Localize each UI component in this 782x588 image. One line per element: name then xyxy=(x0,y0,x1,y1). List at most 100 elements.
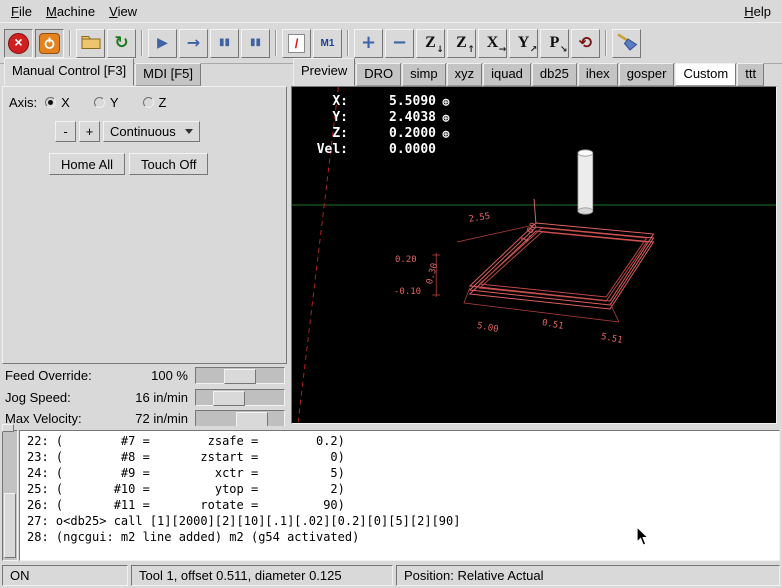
machine-state: ON xyxy=(2,565,128,586)
dro-row: Z:0.2000⊕ xyxy=(304,126,456,142)
jog-mode-select[interactable]: Continuous xyxy=(103,121,200,142)
gcode-listing[interactable]: 22: ( #7 = zsafe = 0.2) 23: ( #8 = zstar… xyxy=(19,430,780,561)
estop-button[interactable]: × xyxy=(4,29,33,58)
feed-override-slider[interactable] xyxy=(195,367,285,384)
home-all-button[interactable]: Home All xyxy=(49,153,125,175)
jog-minus-button[interactable]: - xyxy=(55,121,76,142)
control-panel: Manual Control [F3]MDI [F5] Axis: XYZ - … xyxy=(0,64,289,426)
homed-icon: ⊕ xyxy=(436,110,456,126)
touch-off-button[interactable]: Touch Off xyxy=(129,153,208,175)
max-velocity-slider[interactable] xyxy=(195,410,285,427)
reload-icon: ↻ xyxy=(114,35,128,52)
zoom-in-icon: + xyxy=(361,34,376,52)
view-arrow-icon: → xyxy=(499,46,507,55)
optional-pause-toggle[interactable]: M1 xyxy=(313,29,342,58)
slider-thumb[interactable] xyxy=(236,412,268,427)
main-area: Manual Control [F3]MDI [F5] Axis: XYZ - … xyxy=(0,64,782,426)
plunge-move-line xyxy=(534,199,536,224)
stop-icon: ▮▮ xyxy=(250,38,261,48)
tab-xyz[interactable]: xyz xyxy=(447,63,483,86)
slider-thumb[interactable] xyxy=(213,391,245,406)
jog-mode-value: Continuous xyxy=(110,124,176,139)
menu-file[interactable]: File xyxy=(4,2,39,21)
skip-lines-toggle[interactable]: / xyxy=(282,29,311,58)
axis-row: Axis: X Y Z xyxy=(9,95,282,110)
dimension-label: -0.10 xyxy=(394,287,421,297)
open-file-button[interactable] xyxy=(76,29,105,58)
run-program-button[interactable]: ▶ xyxy=(148,29,177,58)
machine-power-button[interactable] xyxy=(35,29,64,58)
tab-dro[interactable]: DRO xyxy=(356,63,401,86)
optional-stop-icon: M1 xyxy=(321,38,335,49)
view-z-button[interactable]: Z↓ xyxy=(416,29,445,58)
clear-plot-button[interactable] xyxy=(612,29,641,58)
pane-sash-grip[interactable] xyxy=(2,424,14,432)
scrollbar-thumb[interactable] xyxy=(4,493,16,558)
axis-option-label: Y xyxy=(110,95,119,110)
preview-canvas[interactable]: X:5.5090⊕Y:2.4038⊕Z:0.2000⊕Vel:0.0000 2.… xyxy=(291,86,777,424)
tab-custom[interactable]: Custom xyxy=(675,63,736,86)
gcode-scrollbar[interactable] xyxy=(2,430,18,561)
manual-control-frame: Axis: X Y Z - + Continuous Home All Touch … xyxy=(2,86,287,364)
view-y-button[interactable]: Y↗ xyxy=(509,29,538,58)
dro-row: Y:2.4038⊕ xyxy=(304,110,456,126)
slider-value: 100 % xyxy=(122,368,188,383)
chevron-down-icon xyxy=(185,129,193,134)
view-z2-button[interactable]: Z↑ xyxy=(447,29,476,58)
dro-value: 0.0000 xyxy=(348,142,436,158)
tab-ihex[interactable]: ihex xyxy=(578,63,618,86)
gcode-panel: 22: ( #7 = zsafe = 0.2) 23: ( #8 = zstar… xyxy=(0,426,782,563)
stop-program-button[interactable]: ▮▮ xyxy=(241,29,270,58)
axis-option-label: X xyxy=(61,95,70,110)
linuxcnc-axis-window: FileMachineViewHelp ×↻▶→▮▮▮▮/M1+−Z↓Z↑X→Y… xyxy=(0,0,782,582)
axis-radio-z[interactable]: Z xyxy=(143,95,167,110)
axis-caption: Axis: xyxy=(9,95,37,110)
dro-axis-label: Z: xyxy=(304,126,348,142)
slider-label: Feed Override: xyxy=(2,368,122,383)
dro-row: X:5.5090⊕ xyxy=(304,94,456,110)
rotate-view-button[interactable]: ⟲ xyxy=(571,29,600,58)
menu-view[interactable]: View xyxy=(102,2,144,21)
dro-axis-label: X: xyxy=(304,94,348,110)
step-line-button[interactable]: → xyxy=(179,29,208,58)
tab-db25[interactable]: db25 xyxy=(532,63,577,86)
estop-icon: × xyxy=(8,33,29,54)
dro-value: 0.2000 xyxy=(348,126,436,142)
slider-thumb[interactable] xyxy=(224,369,256,384)
tab-manual-control-f3-[interactable]: Manual Control [F3] xyxy=(4,58,134,86)
view-p-button[interactable]: P↘ xyxy=(540,29,569,58)
tab-simp[interactable]: simp xyxy=(402,63,445,86)
tab-iquad[interactable]: iquad xyxy=(483,63,531,86)
radio-icon xyxy=(94,97,105,108)
position-mode: Position: Relative Actual xyxy=(396,565,780,586)
zoom-out-button[interactable]: − xyxy=(385,29,414,58)
tab-mdi-f5-[interactable]: MDI [F5] xyxy=(135,63,201,86)
tab-preview[interactable]: Preview xyxy=(293,58,355,86)
view-z2-icon: Z↑ xyxy=(456,35,467,51)
slider-label: Jog Speed: xyxy=(2,390,122,405)
pause-program-button[interactable]: ▮▮ xyxy=(210,29,239,58)
tool-info: Tool 1, offset 0.511, diameter 0.125 xyxy=(131,565,393,586)
menu-machine[interactable]: Machine xyxy=(39,2,102,21)
tab-ttt[interactable]: ttt xyxy=(737,63,764,86)
reload-file-button[interactable]: ↻ xyxy=(107,29,136,58)
jog-row: - + Continuous xyxy=(55,121,282,142)
slider-value: 16 in/min xyxy=(122,390,188,405)
slider-value: 72 in/min xyxy=(122,411,188,426)
override-sliders: Feed Override:100 %Jog Speed:16 in/minMa… xyxy=(2,364,287,429)
homed-icon: ⊕ xyxy=(436,126,456,142)
toolbar-separator xyxy=(275,30,277,56)
view-arrow-icon: ↑ xyxy=(467,46,475,55)
axis-radio-y[interactable]: Y xyxy=(94,95,119,110)
radio-icon xyxy=(143,97,154,108)
jog-speed-slider[interactable] xyxy=(195,389,285,406)
zoom-in-button[interactable]: + xyxy=(354,29,383,58)
open-folder-icon xyxy=(81,34,101,52)
jog-plus-button[interactable]: + xyxy=(79,121,100,142)
slider-row-1: Jog Speed:16 in/min xyxy=(2,388,287,407)
pause-icon: ▮▮ xyxy=(219,38,230,48)
view-x-button[interactable]: X→ xyxy=(478,29,507,58)
axis-radio-x[interactable]: X xyxy=(45,95,70,110)
tab-gosper[interactable]: gosper xyxy=(619,63,675,86)
menu-help[interactable]: Help xyxy=(737,2,778,21)
